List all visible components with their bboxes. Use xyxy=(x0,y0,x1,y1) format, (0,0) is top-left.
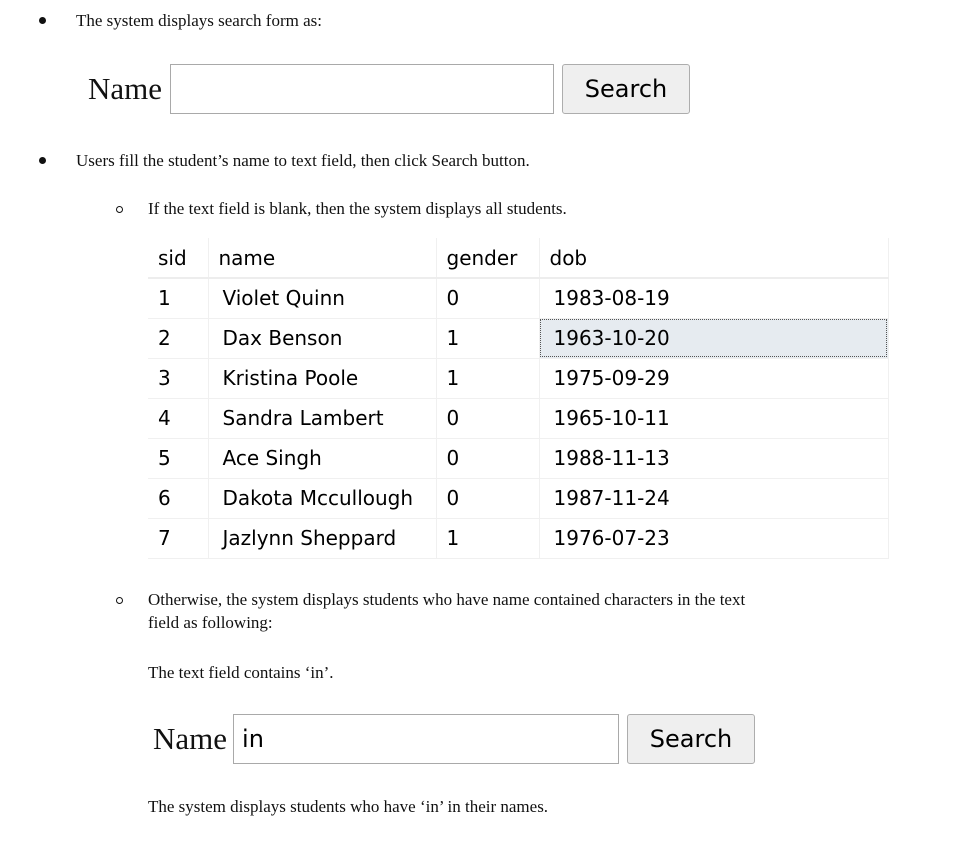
cell-gender[interactable]: 1 xyxy=(436,318,540,359)
cell-name[interactable]: Dakota Mccullough xyxy=(208,478,437,519)
column-header-gender[interactable]: gender xyxy=(436,238,540,279)
case-other-line1: Otherwise, the system displays students … xyxy=(148,590,746,609)
cell-dob[interactable]: 1988-11-13 xyxy=(539,438,889,479)
cell-gender[interactable]: 1 xyxy=(436,518,540,559)
cell-sid[interactable]: 2 xyxy=(148,318,209,359)
table-row[interactable]: 5 Ace Singh 0 1988-11-13 xyxy=(148,438,889,479)
name-label: Name xyxy=(153,721,228,756)
cell-dob[interactable]: 1965-10-11 xyxy=(539,398,889,439)
table-row[interactable]: 7 Jazlynn Sheppard 1 1976-07-23 xyxy=(148,518,889,559)
cell-name[interactable]: Violet Quinn xyxy=(208,278,437,319)
cell-gender[interactable]: 0 xyxy=(436,278,540,319)
table-header-row: sid name gender dob xyxy=(148,238,889,279)
column-header-name[interactable]: name xyxy=(208,238,437,279)
result-note: The system displays students who have ‘i… xyxy=(148,797,549,816)
cell-gender[interactable]: 0 xyxy=(436,398,540,439)
cell-dob[interactable]: 1983-08-19 xyxy=(539,278,889,319)
sub-bullet-marker xyxy=(116,597,123,604)
cell-gender[interactable]: 1 xyxy=(436,358,540,399)
name-input[interactable] xyxy=(170,64,555,114)
table-row[interactable]: 1 Violet Quinn 0 1983-08-19 xyxy=(148,278,889,319)
table-row[interactable]: 3 Kristina Poole 1 1975-09-29 xyxy=(148,358,889,399)
cell-gender[interactable]: 0 xyxy=(436,478,540,519)
search-button[interactable]: Search xyxy=(562,64,691,114)
intro-text: The system displays search form as: xyxy=(76,11,322,30)
contains-note: The text field contains ‘in’. xyxy=(148,663,334,682)
cell-sid[interactable]: 4 xyxy=(148,398,209,439)
cell-name[interactable]: Jazlynn Sheppard xyxy=(208,518,437,559)
cell-sid[interactable]: 6 xyxy=(148,478,209,519)
bullet-marker xyxy=(39,17,46,24)
cell-name[interactable]: Sandra Lambert xyxy=(208,398,437,439)
sub-bullet-marker xyxy=(116,206,123,213)
students-table: sid name gender dob 1 Violet Quinn 0 198… xyxy=(148,238,889,559)
column-header-dob[interactable]: dob xyxy=(539,238,889,279)
cell-gender[interactable]: 0 xyxy=(436,438,540,479)
cell-sid[interactable]: 5 xyxy=(148,438,209,479)
cell-name[interactable]: Dax Benson xyxy=(208,318,437,359)
cell-name[interactable]: Kristina Poole xyxy=(208,358,437,399)
table-row[interactable]: 2 Dax Benson 1 1963-10-20 xyxy=(148,318,889,359)
case-other-line2: field as following: xyxy=(148,613,273,632)
step-text: Users fill the student’s name to text fi… xyxy=(76,151,530,170)
cell-sid[interactable]: 1 xyxy=(148,278,209,319)
case-blank-text: If the text field is blank, then the sys… xyxy=(148,199,567,218)
cell-sid[interactable]: 3 xyxy=(148,358,209,399)
name-label: Name xyxy=(88,71,163,106)
search-form: Name Search xyxy=(88,64,691,114)
name-input-filled[interactable] xyxy=(233,714,620,764)
search-button[interactable]: Search xyxy=(627,714,756,764)
cell-dob[interactable]: 1987-11-24 xyxy=(539,478,889,519)
cell-name[interactable]: Ace Singh xyxy=(208,438,437,479)
table-row[interactable]: 4 Sandra Lambert 0 1965-10-11 xyxy=(148,398,889,439)
search-form-filled: Name Search xyxy=(153,714,756,764)
cell-dob[interactable]: 1975-09-29 xyxy=(539,358,889,399)
cell-sid[interactable]: 7 xyxy=(148,518,209,559)
cell-dob-selected[interactable]: 1963-10-20 xyxy=(539,318,889,359)
table-row[interactable]: 6 Dakota Mccullough 0 1987-11-24 xyxy=(148,478,889,519)
bullet-marker xyxy=(39,157,46,164)
cell-dob[interactable]: 1976-07-23 xyxy=(539,518,889,559)
column-header-sid[interactable]: sid xyxy=(148,238,209,279)
